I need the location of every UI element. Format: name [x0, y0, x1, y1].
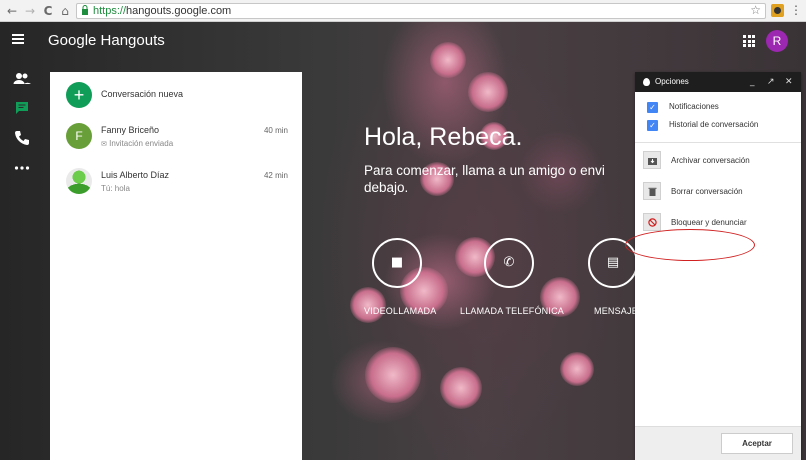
- phone-call-button[interactable]: ✆: [484, 238, 534, 288]
- reload-button[interactable]: C: [40, 3, 56, 19]
- star-icon[interactable]: ☆: [750, 3, 761, 17]
- last-message-text: Invitación enviada: [109, 139, 174, 148]
- background-blossom: [430, 42, 466, 78]
- trash-icon-box: [643, 182, 661, 200]
- url-text: https://hangouts.google.com: [93, 4, 231, 18]
- avatar: [66, 168, 92, 194]
- video-call-label: VIDEOLLAMADA: [364, 306, 437, 316]
- greeting-subtitle-line2: debajo.: [364, 180, 409, 195]
- messages-icon[interactable]: [12, 98, 32, 118]
- home-button[interactable]: ⌂: [57, 3, 73, 19]
- trash-icon: [648, 187, 657, 196]
- background-blossom: [560, 352, 594, 386]
- phone-icon: ✆: [503, 255, 515, 270]
- options-footer: Aceptar: [635, 426, 801, 460]
- popout-icon[interactable]: ↗: [767, 72, 775, 92]
- block-icon: [648, 218, 657, 227]
- background-blossom: [468, 72, 508, 112]
- close-icon[interactable]: ✕: [785, 72, 793, 92]
- account-avatar[interactable]: R: [766, 30, 788, 52]
- archive-conversation-button[interactable]: Archivar conversación: [643, 151, 793, 171]
- divider: [635, 142, 801, 143]
- accept-button[interactable]: Aceptar: [721, 433, 793, 454]
- lock-icon: [82, 5, 88, 15]
- background-blossom: [440, 367, 482, 409]
- location-pin-icon: [643, 78, 650, 86]
- message-label: MENSAJE: [594, 306, 638, 316]
- history-checkbox[interactable]: ✓ Historial de conversación: [647, 119, 797, 133]
- contact-name: Fanny Briceño: [101, 125, 160, 135]
- conversation-list: + Conversación nueva F Fanny Briceño ✉ I…: [50, 72, 302, 460]
- hangouts-page: Google Hangouts R + Conversación nueva F…: [0, 22, 806, 460]
- checkmark-icon: ✓: [647, 102, 658, 113]
- phone-call-label: LLAMADA TELEFÓNICA: [460, 306, 564, 316]
- options-title: Opciones: [655, 77, 689, 86]
- options-panel: Opciones _ ↗ ✕ ✓ Notificaciones ✓ Histor…: [635, 72, 801, 460]
- browser-toolbar: ← → C ⌂ https://hangouts.google.com ☆ ⋮: [0, 0, 806, 22]
- background-blossom: [365, 347, 421, 403]
- last-message: ✉ Invitación enviada: [101, 139, 173, 148]
- phone-icon[interactable]: [12, 128, 32, 148]
- plus-icon: +: [66, 82, 92, 108]
- delete-conversation-button[interactable]: Borrar conversación: [643, 182, 793, 202]
- new-conversation-button[interactable]: + Conversación nueva: [66, 82, 296, 108]
- contact-name: Luis Alberto Díaz: [101, 170, 170, 180]
- url-scheme: https://: [93, 5, 127, 17]
- extension-icon[interactable]: [771, 4, 784, 17]
- browser-menu-icon[interactable]: ⋮: [790, 2, 802, 18]
- url-host: hangouts.google.com: [126, 5, 232, 17]
- apps-grid-icon[interactable]: [743, 35, 755, 47]
- forward-button[interactable]: →: [22, 3, 38, 19]
- highlight-annotation: [625, 229, 755, 261]
- timestamp: 42 min: [263, 171, 288, 180]
- last-message: Tú: hola: [101, 184, 130, 193]
- minimize-icon[interactable]: _: [750, 72, 755, 92]
- checkmark-icon: ✓: [647, 120, 658, 131]
- conversation-item-luis[interactable]: Luis Alberto Díaz Tú: hola 42 min: [66, 168, 298, 198]
- greeting-heading: Hola, Rebeca.: [364, 123, 523, 151]
- archive-icon: [648, 158, 657, 165]
- checkbox-label: Historial de conversación: [669, 120, 759, 129]
- option-label: Archivar conversación: [671, 156, 750, 165]
- contacts-icon[interactable]: [12, 68, 32, 88]
- address-bar[interactable]: https://hangouts.google.com ☆: [76, 3, 766, 19]
- greeting-subtitle-line1: Para comenzar, llama a un amigo o envi: [364, 163, 605, 178]
- notifications-checkbox[interactable]: ✓ Notificaciones: [647, 101, 797, 115]
- left-rail: [0, 22, 44, 460]
- avatar: F: [66, 123, 92, 149]
- envelope-icon: ✉: [101, 140, 107, 148]
- block-icon-box: [643, 213, 661, 231]
- option-label: Bloquear y denunciar: [671, 218, 747, 227]
- menu-icon[interactable]: [12, 32, 32, 52]
- video-camera-icon: ■: [390, 255, 404, 270]
- conversation-item-fanny[interactable]: F Fanny Briceño ✉ Invitación enviada 40 …: [66, 123, 298, 153]
- new-conversation-label: Conversación nueva: [101, 89, 184, 99]
- video-call-button[interactable]: ■: [372, 238, 422, 288]
- timestamp: 40 min: [263, 126, 288, 135]
- checkbox-label: Notificaciones: [669, 102, 719, 111]
- archive-icon-box: [643, 151, 661, 169]
- background-blossom: [350, 287, 386, 323]
- back-button[interactable]: ←: [4, 3, 20, 19]
- more-icon[interactable]: [12, 158, 32, 178]
- options-header: Opciones _ ↗ ✕: [635, 72, 801, 92]
- message-icon: ▤: [606, 255, 620, 270]
- app-title: Google Hangouts: [48, 32, 165, 49]
- option-label: Borrar conversación: [671, 187, 743, 196]
